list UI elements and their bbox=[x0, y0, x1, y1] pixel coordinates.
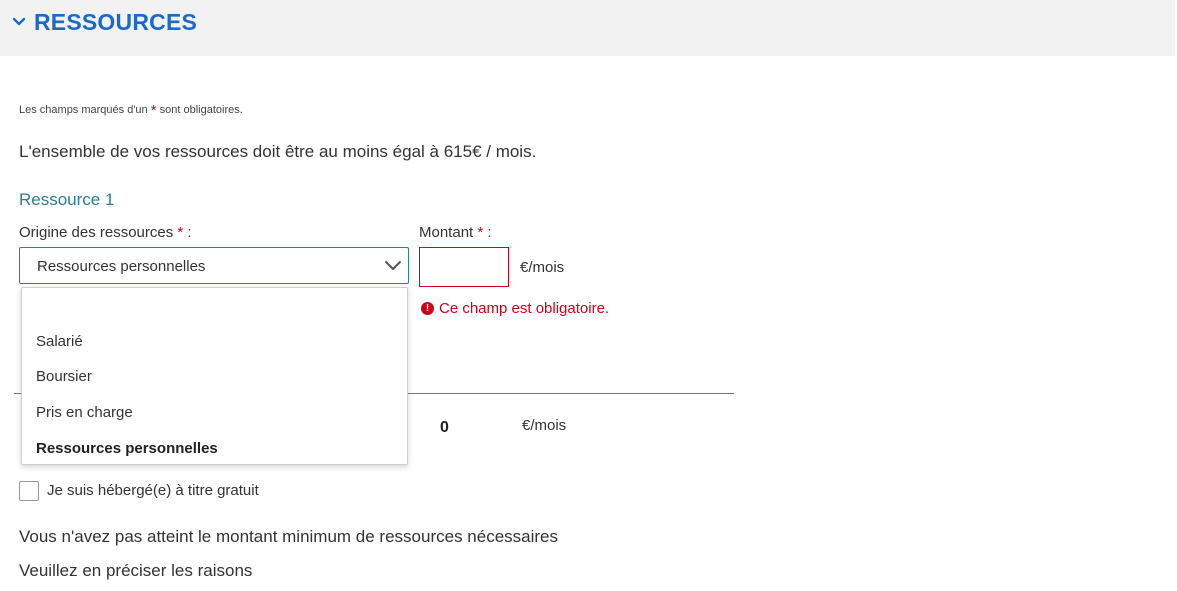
error-icon: ! bbox=[421, 302, 434, 315]
amount-input[interactable] bbox=[419, 247, 509, 287]
amount-unit: €/mois bbox=[520, 259, 565, 276]
dropdown-option-empty[interactable] bbox=[36, 306, 396, 324]
total-value: 0 bbox=[440, 419, 449, 436]
section-header[interactable]: RESSOURCES bbox=[0, 0, 1175, 56]
dropdown-option-pris-en-charge[interactable]: Pris en charge bbox=[36, 404, 133, 421]
resources-page: RESSOURCES Les champs marqués d'un * son… bbox=[0, 0, 1177, 591]
total-unit: €/mois bbox=[522, 417, 567, 434]
amount-label: Montant * : bbox=[419, 224, 492, 241]
origin-label: Origine des ressources * : bbox=[19, 224, 192, 241]
intro-text: L'ensemble de vos ressources doit être a… bbox=[19, 142, 537, 161]
origin-select-value: Ressources personnelles bbox=[37, 258, 206, 275]
dropdown-option-boursier[interactable]: Boursier bbox=[36, 368, 92, 385]
chevron-down-icon bbox=[385, 261, 401, 270]
amount-error-text: Ce champ est obligatoire. bbox=[439, 300, 610, 317]
dropdown-option-ressources-personnelles[interactable]: Ressources personnelles bbox=[36, 440, 218, 457]
origin-select[interactable]: Ressources personnelles bbox=[19, 247, 409, 284]
resource-title: Ressource 1 bbox=[19, 190, 115, 209]
hosted-free-checkbox[interactable] bbox=[19, 481, 39, 501]
required-star: * bbox=[150, 102, 157, 119]
minimum-not-reached-message: Vous n'avez pas atteint le montant minim… bbox=[19, 527, 559, 546]
hosted-free-label[interactable]: Je suis hébergé(e) à titre gratuit bbox=[47, 482, 259, 499]
dropdown-option-salarie[interactable]: Salarié bbox=[36, 333, 83, 350]
chevron-down-icon[interactable] bbox=[12, 12, 26, 30]
origin-dropdown-list: Salarié Boursier Pris en charge Ressourc… bbox=[21, 287, 408, 465]
required-fields-note: Les champs marqués d'un * sont obligatoi… bbox=[19, 102, 243, 119]
specify-reasons-message: Veuillez en préciser les raisons bbox=[19, 561, 253, 580]
section-title: RESSOURCES bbox=[34, 9, 198, 35]
amount-error: ! Ce champ est obligatoire. bbox=[421, 300, 609, 317]
